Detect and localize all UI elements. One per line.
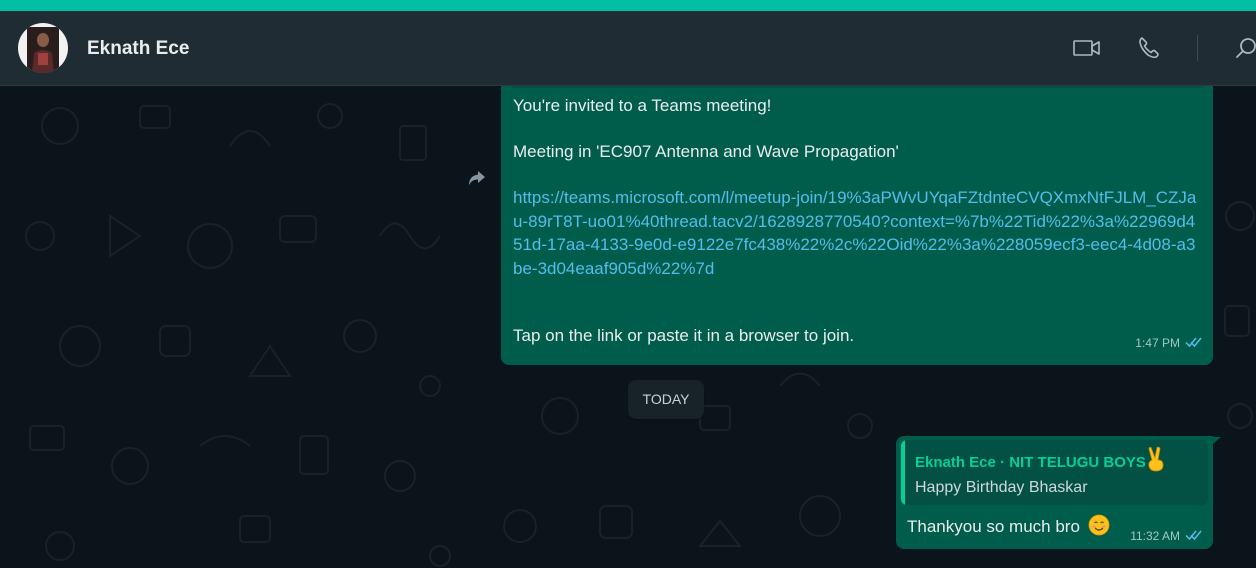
message-text: Meeting in 'EC907 Antenna and Wave Propa… [513, 142, 899, 161]
quote-accent-bar [901, 440, 905, 505]
victory-hand-emoji [1144, 446, 1168, 477]
forward-icon[interactable] [467, 169, 487, 192]
message-text: Thankyou so much bro [907, 517, 1080, 536]
quoted-text: Happy Birthday Bhaskar [915, 479, 1088, 496]
chat-panel[interactable]: You're invited to a Teams meeting! Meeti… [0, 86, 1256, 568]
voice-call-icon[interactable] [1137, 36, 1161, 65]
message-timestamp: 1:47 PM [1135, 336, 1180, 350]
double-check-icon [1185, 335, 1203, 353]
quoted-author: Eknath Ece · NIT TELUGU BOYS [915, 454, 1146, 471]
smiling-face-emoji [1088, 514, 1110, 541]
bubble-tail [1207, 436, 1221, 454]
contact-name[interactable]: Eknath Ece [87, 38, 189, 60]
message-text: You're invited to a Teams meeting! [513, 96, 772, 115]
search-icon[interactable] [1235, 36, 1256, 65]
message-timestamp: 11:32 AM [1130, 529, 1180, 543]
quoted-preview[interactable] [509, 86, 1205, 88]
top-accent-bar [0, 0, 1256, 11]
message-bubble-reply[interactable]: Eknath Ece · NIT TELUGU BOYS Happy Birth… [896, 436, 1213, 549]
date-divider: TODAY [628, 380, 704, 419]
header-divider [1197, 35, 1198, 61]
quoted-message[interactable]: Eknath Ece · NIT TELUGU BOYS Happy Birth… [901, 440, 1208, 505]
double-check-icon [1185, 528, 1203, 546]
message-text: Tap on the link or paste it in a browser… [513, 326, 855, 345]
chat-header: Eknath Ece [0, 11, 1256, 86]
meeting-link[interactable]: https://teams.microsoft.com/l/meetup-joi… [513, 186, 1203, 280]
message-bubble-meeting-invite[interactable]: You're invited to a Teams meeting! Meeti… [501, 86, 1213, 365]
video-call-icon[interactable] [1073, 39, 1101, 62]
avatar[interactable] [18, 23, 68, 73]
